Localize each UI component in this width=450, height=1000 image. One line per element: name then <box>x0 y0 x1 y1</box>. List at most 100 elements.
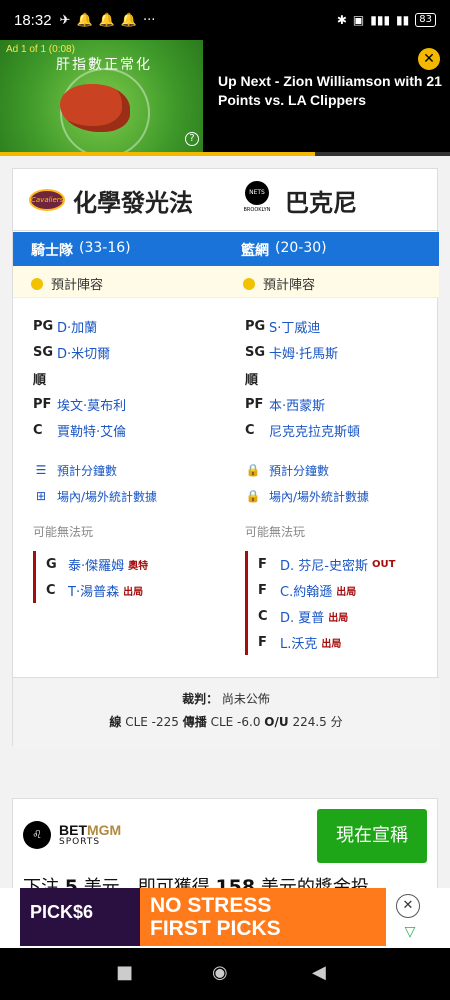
home-icon[interactable]: ◉ <box>212 962 228 983</box>
injury-position: F <box>258 582 267 598</box>
on-off-stats-link[interactable]: 🔒 場內/場外統計數據 <box>245 483 450 509</box>
brand-sports: SPORTS <box>59 837 101 847</box>
lineup-position: 順 <box>33 372 47 388</box>
injury-player[interactable]: 泰·傑羅姆 <box>68 555 124 574</box>
odds-line: 線 CLE -225 傳播 CLE -6.0 O/U 224.5 分 <box>13 713 439 730</box>
ad-tagline-line: FIRST PICKS <box>150 917 281 940</box>
team-header: Cavaliers 化學發光法 NETS BROOKLYN 巴克尼 <box>13 169 439 231</box>
status-bar: 18:32 ✈ 🔔 🔔 🔔 ··· ✱ ▣ ▮▮▮ ▮▮ 83 <box>0 0 450 40</box>
cavaliers-logo: Cavaliers <box>29 189 65 211</box>
back-icon[interactable]: ◀ <box>312 962 326 983</box>
ad-thumbnail[interactable]: Ad 1 of 1 (0:08) 肝指數正常化 ? <box>0 40 203 152</box>
injury-player[interactable]: C.約翰遜 <box>280 581 332 600</box>
injury-player[interactable]: T·湯普森 <box>68 581 119 600</box>
injury-player[interactable]: D. 夏普 <box>280 607 324 626</box>
ad-tagline-line: NO STRESS <box>150 894 272 917</box>
signal-icon: ▮▮▮ <box>370 13 391 27</box>
betmgm-logo: ♌ BETMGM SPORTS <box>23 821 121 849</box>
close-icon[interactable]: ✕ <box>396 894 420 918</box>
nets-logo-subtext: BROOKLYN <box>243 207 271 213</box>
lineup-position: C <box>245 422 255 438</box>
home-team-name[interactable]: 化學發光法 <box>73 183 193 218</box>
spread-value: CLE -6.0 <box>210 715 261 729</box>
lineup-row: C 賈勒特·艾倫 <box>33 417 246 443</box>
ad-progress-fill <box>0 152 315 156</box>
away-team-label[interactable]: 籃網 <box>241 240 269 260</box>
injury-status: 奧特 <box>128 560 149 572</box>
injury-position: G <box>46 556 57 572</box>
lineup-row: 順 <box>33 365 246 391</box>
nets-logo-text: NETS <box>245 181 269 205</box>
pick6-logo: PICK$6 <box>30 902 94 922</box>
on-off-stats-link[interactable]: ⊞ 場內/場外統計數據 <box>33 483 246 509</box>
lineup-position: PG <box>245 318 266 334</box>
help-icon[interactable]: ? <box>185 132 199 146</box>
injury-row: G 泰·傑羅姆 奧特 <box>46 551 246 577</box>
away-lineup: PG S·丁威迪 SG 卡姆·托馬斯 順 PF 本·西蒙斯 C 尼克克拉克斯頓 🔒 預計分… <box>245 313 450 655</box>
injury-row: F D. 芬尼-史密斯 OUT <box>258 551 450 577</box>
matchup-card: Cavaliers 化學發光法 NETS BROOKLYN 巴克尼 騎士隊 (3… <box>12 168 439 747</box>
injury-position: F <box>258 634 267 650</box>
lineup-player[interactable]: 埃文·莫布利 <box>57 395 126 414</box>
home-team-label[interactable]: 騎士隊 <box>31 240 73 260</box>
away-team-name[interactable]: 巴克尼 <box>285 183 357 218</box>
lineup-player[interactable]: D·加蘭 <box>57 317 97 336</box>
lineup-row: PG S·丁威迪 <box>245 313 450 339</box>
away-lineup-status-label: 預計陣容 <box>263 278 316 293</box>
lineup-player[interactable]: 尼克克拉克斯頓 <box>269 421 360 440</box>
link-label: 預計分鐘數 <box>269 463 330 478</box>
projected-minutes-link[interactable]: 🔒 預計分鐘數 <box>245 457 450 483</box>
android-nav-bar: ■ ◉ ◀ <box>0 948 450 1000</box>
spread-label: 傳播 <box>182 715 207 729</box>
banner-ad[interactable]: PICK$6 NO STRESS FIRST PICKS ✕ ▽ <box>0 888 450 948</box>
injury-status: 出局 <box>123 586 144 598</box>
away-injury-list: F D. 芬尼-史密斯 OUT F C.約翰遜 出局 C D. 夏普 出局 F L.沃克 出局 <box>245 551 450 655</box>
home-lineup-status: 預計陣容 <box>31 274 103 293</box>
up-next-title[interactable]: Up Next - Zion Williamson with 21 Points… <box>218 72 443 110</box>
adchoices-icon[interactable]: ▽ <box>400 924 420 942</box>
lineup-player[interactable]: S·丁威迪 <box>269 317 320 336</box>
lion-icon: ♌ <box>23 821 51 849</box>
bell-icon: 🔔 <box>120 12 138 28</box>
line-value: CLE -225 <box>125 715 179 729</box>
battery-icon: 83 <box>415 13 436 27</box>
line-label: 線 <box>109 715 122 729</box>
lineup-player[interactable]: 賈勒特·艾倫 <box>57 421 126 440</box>
lineup-player[interactable]: 卡姆·托馬斯 <box>269 343 338 362</box>
lineup-player[interactable]: D·米切爾 <box>57 343 110 362</box>
lineup-status-bar: 預計陣容 預計陣容 <box>13 266 439 298</box>
system-icons: ✱ ▣ ▮▮▮ ▮▮ 83 <box>337 13 436 27</box>
pick6-ad[interactable]: PICK$6 NO STRESS FIRST PICKS <box>20 888 386 946</box>
close-icon[interactable]: ✕ <box>418 48 440 70</box>
referee-line: 裁判： 尚未公佈 <box>13 690 439 707</box>
injury-player[interactable]: L.沃克 <box>280 633 317 652</box>
lock-icon: 🔒 <box>245 489 261 503</box>
injury-status: 出局 <box>336 586 357 598</box>
signal-icon: ▮▮ <box>396 13 410 27</box>
recents-icon[interactable]: ■ <box>116 962 133 983</box>
status-dot-icon <box>243 277 255 290</box>
betmgm-promo-card: ♌ BETMGM SPORTS 現在宣稱 下注 5 美元，即可獲得 158 美元… <box>12 798 438 898</box>
lineup-player[interactable]: 本·西蒙斯 <box>269 395 325 414</box>
ou-label: O/U <box>264 715 289 729</box>
video-ad[interactable]: Ad 1 of 1 (0:08) 肝指數正常化 ? Up Next - Zion… <box>0 40 450 156</box>
claim-now-button[interactable]: 現在宣稱 <box>317 809 427 863</box>
away-record: (20-30) <box>275 240 327 256</box>
injury-status: OUT <box>371 558 396 570</box>
injury-player[interactable]: D. 芬尼-史密斯 <box>280 555 368 574</box>
projected-minutes-link[interactable]: ☰ 預計分鐘數 <box>33 457 246 483</box>
lineup-row: C 尼克克拉克斯頓 <box>245 417 450 443</box>
lineup-row: PF 埃文·莫布利 <box>33 391 246 417</box>
referee-value: 尚未公佈 <box>221 692 270 706</box>
lock-icon: 🔒 <box>245 463 261 477</box>
lineup-position: SG <box>33 344 54 360</box>
injury-row: F L.沃克 出局 <box>258 629 450 655</box>
bell-icon: 🔔 <box>76 12 93 28</box>
lineup-row: PF 本·西蒙斯 <box>245 391 450 417</box>
injury-status: 出局 <box>321 638 342 650</box>
lineup-row: SG 卡姆·托馬斯 <box>245 339 450 365</box>
away-lineup-status: 預計陣容 <box>243 274 315 293</box>
brand-part: BET <box>59 822 87 838</box>
lineup-position: SG <box>245 344 266 360</box>
lineup-row: PG D·加蘭 <box>33 313 246 339</box>
